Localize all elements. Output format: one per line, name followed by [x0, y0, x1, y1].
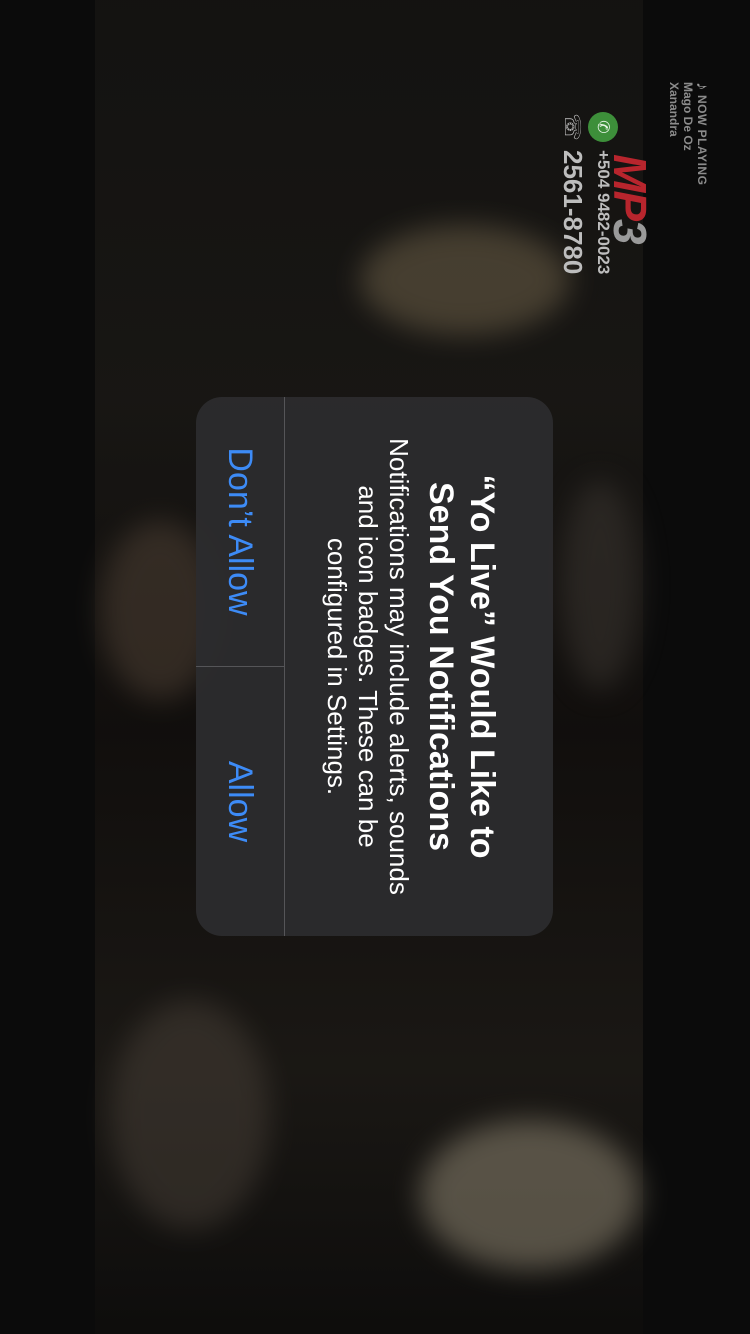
alert-message: Notifications may include alerts, sounds… — [322, 438, 415, 895]
allow-button[interactable]: Allow — [196, 666, 284, 936]
music-note-icon: ♪ — [693, 82, 712, 91]
landscape-layer: ♪ NOW PLAYING Mago De Oz Xanandra MP3 ✆ … — [0, 0, 750, 1334]
whatsapp-icon: ✆ — [588, 112, 618, 142]
alert-title: “Yo Live” Would Like to Send You Notific… — [422, 474, 502, 859]
notification-permission-alert: “Yo Live” Would Like to Send You Notific… — [196, 397, 553, 936]
phone-number: 2561-8780 — [558, 150, 588, 275]
now-playing-artist: Mago De Oz — [681, 82, 695, 151]
alert-body: “Yo Live” Would Like to Send You Notific… — [285, 397, 553, 936]
alert-actions: Don’t Allow Allow — [196, 397, 285, 936]
dont-allow-button[interactable]: Don’t Allow — [196, 397, 284, 666]
whatsapp-number: +504 9482-0023 — [594, 150, 613, 275]
station-brand: MP3 ✆ +504 9482-0023 ☏ 2561-8780 — [548, 112, 658, 432]
now-playing-label: NOW PLAYING — [695, 95, 709, 186]
phone-icon: ☏ — [560, 113, 586, 141]
now-playing: ♪ NOW PLAYING Mago De Oz Xanandra — [667, 82, 712, 186]
now-playing-track: Xanandra — [667, 82, 681, 137]
contact-info: ✆ +504 9482-0023 ☏ 2561-8780 — [557, 112, 618, 274]
